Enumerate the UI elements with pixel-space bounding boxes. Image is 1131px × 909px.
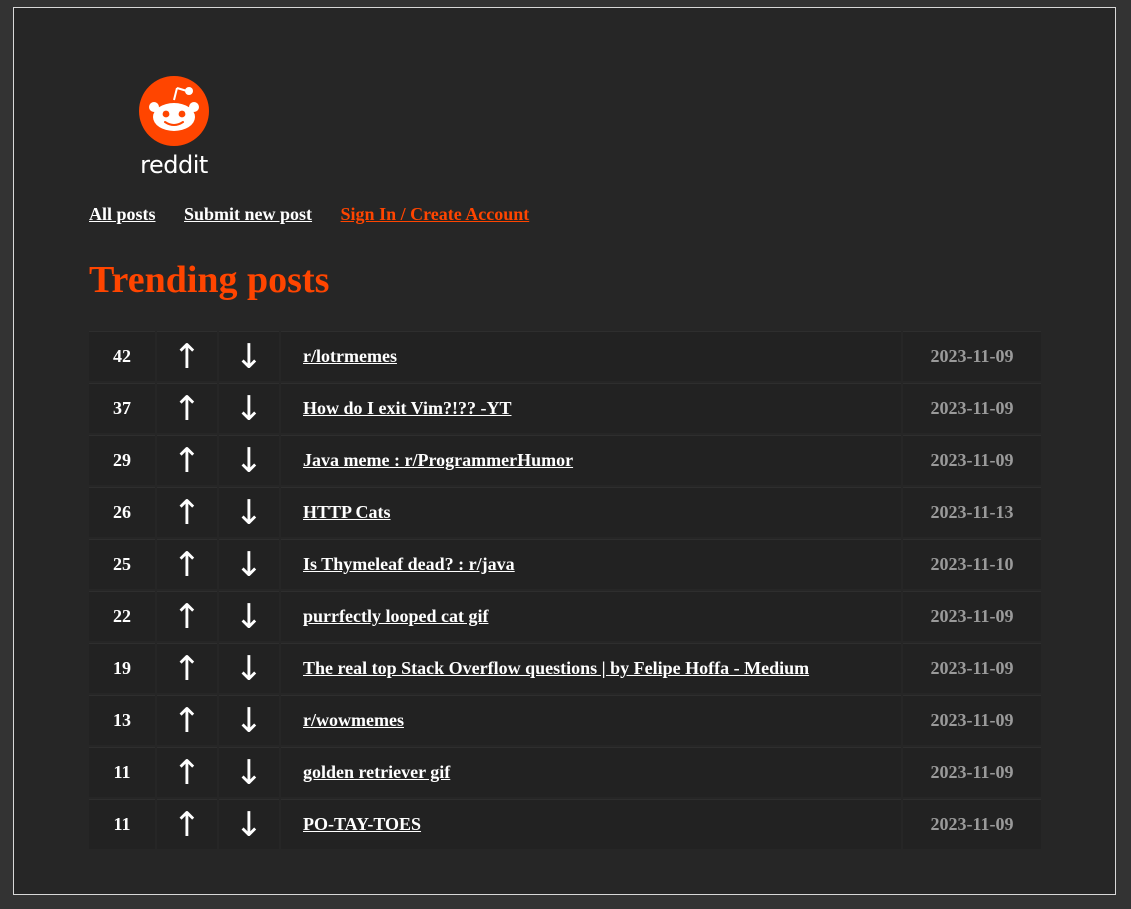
post-title-link[interactable]: purrfectly looped cat gif — [303, 606, 488, 626]
post-score: 11 — [89, 747, 155, 797]
downvote-arrow-icon[interactable]: ↓ — [219, 747, 279, 797]
post-date: 2023-11-09 — [903, 591, 1041, 641]
post-score: 42 — [89, 331, 155, 381]
post-title-link[interactable]: PO-TAY-TOES — [303, 814, 421, 834]
downvote-arrow-icon[interactable]: ↓ — [219, 799, 279, 849]
post-date: 2023-11-09 — [903, 435, 1041, 485]
post-score: 37 — [89, 383, 155, 433]
post-title-cell: purrfectly looped cat gif — [281, 591, 901, 641]
post-title-cell: golden retriever gif — [281, 747, 901, 797]
posts-table: 42 ↑ ↓ r/lotrmemes 2023-11-09 37 ↑ ↓ How… — [87, 329, 1043, 851]
upvote-arrow-icon[interactable]: ↑ — [157, 383, 217, 433]
post-score: 22 — [89, 591, 155, 641]
table-row: 26 ↑ ↓ HTTP Cats 2023-11-13 — [89, 487, 1041, 537]
post-score: 11 — [89, 799, 155, 849]
upvote-arrow-icon[interactable]: ↑ — [157, 643, 217, 693]
reddit-logo[interactable]: reddit — [136, 74, 212, 179]
post-title-cell: r/lotrmemes — [281, 331, 901, 381]
post-title-link[interactable]: How do I exit Vim?!?? -YT — [303, 398, 512, 418]
post-score: 25 — [89, 539, 155, 589]
reddit-wordmark: reddit — [140, 151, 208, 179]
post-title-link[interactable]: r/wowmemes — [303, 710, 404, 730]
post-score: 19 — [89, 643, 155, 693]
nav-submit-post-link[interactable]: Submit new post — [184, 204, 312, 224]
post-title-cell: r/wowmemes — [281, 695, 901, 745]
post-title-cell: The real top Stack Overflow questions | … — [281, 643, 901, 693]
post-title-link[interactable]: r/lotrmemes — [303, 346, 397, 366]
post-date: 2023-11-10 — [903, 539, 1041, 589]
snoo-icon — [139, 76, 209, 146]
table-row: 11 ↑ ↓ PO-TAY-TOES 2023-11-09 — [89, 799, 1041, 849]
table-row: 37 ↑ ↓ How do I exit Vim?!?? -YT 2023-11… — [89, 383, 1041, 433]
post-title-link[interactable]: The real top Stack Overflow questions | … — [303, 658, 809, 678]
post-score: 13 — [89, 695, 155, 745]
nav-all-posts-link[interactable]: All posts — [89, 204, 156, 224]
post-date: 2023-11-09 — [903, 799, 1041, 849]
page-title: Trending posts — [89, 259, 330, 301]
table-row: 42 ↑ ↓ r/lotrmemes 2023-11-09 — [89, 331, 1041, 381]
downvote-arrow-icon[interactable]: ↓ — [219, 695, 279, 745]
page-frame: reddit All posts Submit new post Sign In… — [13, 7, 1116, 895]
upvote-arrow-icon[interactable]: ↑ — [157, 539, 217, 589]
table-row: 25 ↑ ↓ Is Thymeleaf dead? : r/java 2023-… — [89, 539, 1041, 589]
post-date: 2023-11-09 — [903, 383, 1041, 433]
post-title-link[interactable]: golden retriever gif — [303, 762, 450, 782]
post-title-link[interactable]: Is Thymeleaf dead? : r/java — [303, 554, 515, 574]
table-row: 22 ↑ ↓ purrfectly looped cat gif 2023-11… — [89, 591, 1041, 641]
upvote-arrow-icon[interactable]: ↑ — [157, 695, 217, 745]
post-date: 2023-11-13 — [903, 487, 1041, 537]
table-row: 19 ↑ ↓ The real top Stack Overflow quest… — [89, 643, 1041, 693]
post-title-cell: Is Thymeleaf dead? : r/java — [281, 539, 901, 589]
upvote-arrow-icon[interactable]: ↑ — [157, 331, 217, 381]
post-date: 2023-11-09 — [903, 747, 1041, 797]
downvote-arrow-icon[interactable]: ↓ — [219, 383, 279, 433]
post-title-cell: How do I exit Vim?!?? -YT — [281, 383, 901, 433]
downvote-arrow-icon[interactable]: ↓ — [219, 539, 279, 589]
post-title-link[interactable]: HTTP Cats — [303, 502, 391, 522]
upvote-arrow-icon[interactable]: ↑ — [157, 435, 217, 485]
downvote-arrow-icon[interactable]: ↓ — [219, 591, 279, 641]
post-date: 2023-11-09 — [903, 331, 1041, 381]
post-title-link[interactable]: Java meme : r/ProgrammerHumor — [303, 450, 573, 470]
top-nav: All posts Submit new post Sign In / Crea… — [89, 204, 553, 225]
nav-sign-in-link[interactable]: Sign In / Create Account — [341, 204, 530, 224]
upvote-arrow-icon[interactable]: ↑ — [157, 487, 217, 537]
post-title-cell: PO-TAY-TOES — [281, 799, 901, 849]
table-row: 13 ↑ ↓ r/wowmemes 2023-11-09 — [89, 695, 1041, 745]
upvote-arrow-icon[interactable]: ↑ — [157, 591, 217, 641]
upvote-arrow-icon[interactable]: ↑ — [157, 747, 217, 797]
post-title-cell: HTTP Cats — [281, 487, 901, 537]
table-row: 29 ↑ ↓ Java meme : r/ProgrammerHumor 202… — [89, 435, 1041, 485]
post-title-cell: Java meme : r/ProgrammerHumor — [281, 435, 901, 485]
downvote-arrow-icon[interactable]: ↓ — [219, 435, 279, 485]
downvote-arrow-icon[interactable]: ↓ — [219, 643, 279, 693]
post-score: 26 — [89, 487, 155, 537]
post-score: 29 — [89, 435, 155, 485]
downvote-arrow-icon[interactable]: ↓ — [219, 331, 279, 381]
post-date: 2023-11-09 — [903, 643, 1041, 693]
downvote-arrow-icon[interactable]: ↓ — [219, 487, 279, 537]
table-row: 11 ↑ ↓ golden retriever gif 2023-11-09 — [89, 747, 1041, 797]
post-date: 2023-11-09 — [903, 695, 1041, 745]
upvote-arrow-icon[interactable]: ↑ — [157, 799, 217, 849]
